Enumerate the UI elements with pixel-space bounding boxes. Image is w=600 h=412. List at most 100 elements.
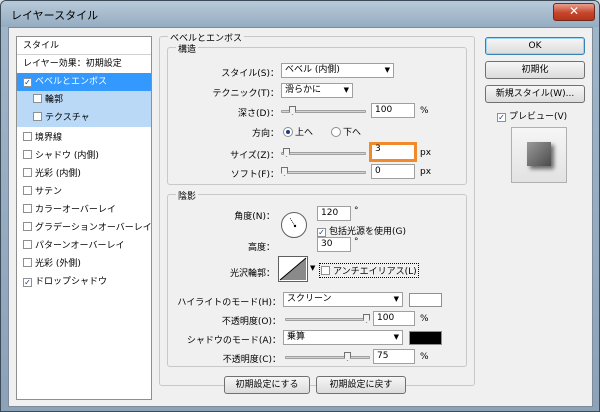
highlight-mode-label: ハイライトのモード(H)： (177, 298, 281, 308)
bevel-style-value: ベベル (内側) (285, 65, 340, 75)
angle-input[interactable]: 120 (317, 206, 351, 221)
checkbox-icon[interactable]: ✓ (497, 113, 506, 122)
checkbox-icon[interactable] (321, 266, 330, 275)
direction-up-radio[interactable]: 上へ (283, 125, 313, 138)
shadow-opacity-slider[interactable] (285, 352, 370, 361)
reset-to-default-button[interactable]: 初期設定に戻す (316, 376, 406, 394)
checkbox-icon[interactable] (23, 168, 32, 177)
style-item-satin[interactable]: サテン (17, 183, 151, 201)
checkbox-icon[interactable]: ✓ (23, 278, 32, 287)
style-item-label: 光彩 (外側) (35, 259, 81, 269)
style-item-stroke[interactable]: 境界線 (17, 129, 151, 147)
reset-button[interactable]: 初期化 (485, 61, 585, 79)
highlight-opacity-slider[interactable] (285, 314, 370, 323)
gloss-contour-label: 光沢輪郭： (229, 269, 275, 279)
size-input[interactable]: 3 (369, 142, 417, 162)
chevron-down-icon: ▼ (343, 86, 349, 94)
style-label: スタイル(S)： (221, 69, 279, 79)
direction-up-label: 上へ (295, 128, 314, 138)
direction-down-label: 下へ (343, 128, 362, 138)
contour-curve-icon (279, 257, 307, 281)
shadow-opacity-input[interactable]: 75 (373, 349, 415, 364)
checkbox-icon[interactable] (33, 112, 42, 121)
style-item-inner-shadow[interactable]: シャドウ (内側) (17, 147, 151, 165)
direction-down-radio[interactable]: 下へ (331, 125, 361, 138)
highlight-opacity-label: 不透明度(O)： (221, 317, 281, 327)
global-light-checkbox[interactable]: ✓ 包括光源を使用(G) (317, 224, 406, 237)
chevron-down-icon[interactable]: ▼ (310, 264, 315, 272)
make-default-button[interactable]: 初期設定にする (224, 376, 310, 394)
checkbox-icon[interactable] (23, 132, 32, 141)
slider-thumb[interactable] (281, 167, 288, 176)
size-unit: px (420, 148, 432, 158)
slider-track (281, 171, 366, 174)
style-item-texture[interactable]: テクスチャ (17, 109, 151, 127)
altitude-input[interactable]: 30 (317, 237, 351, 252)
highlight-opacity-input[interactable]: 100 (373, 311, 415, 326)
soften-input[interactable]: 0 (371, 164, 415, 179)
bevel-style-select[interactable]: ベベル (内側) ▼ (281, 63, 394, 78)
checkbox-icon[interactable] (23, 240, 32, 249)
soften-slider[interactable] (281, 167, 366, 176)
style-item-label: グラデーションオーバーレイ (35, 223, 152, 233)
style-item-outer-glow[interactable]: 光彩 (外側) (17, 255, 151, 273)
style-item-label: ドロップシャドウ (35, 277, 108, 287)
highlight-color-swatch[interactable] (409, 293, 442, 307)
size-slider[interactable] (281, 148, 366, 157)
style-item-pattern-overlay[interactable]: パターンオーバーレイ (17, 237, 151, 255)
shadow-color-swatch[interactable] (409, 331, 442, 345)
angle-dial-marker (289, 217, 297, 228)
style-item-drop-shadow[interactable]: ✓ ドロップシャドウ (17, 273, 151, 291)
gloss-contour-picker[interactable] (278, 256, 308, 282)
checkbox-icon[interactable]: ✓ (23, 78, 32, 87)
structure-title: 構造 (176, 42, 199, 55)
checkbox-icon[interactable] (23, 258, 32, 267)
slider-thumb[interactable] (363, 314, 370, 323)
angle-dial[interactable] (281, 212, 307, 238)
slider-track (281, 152, 366, 155)
slider-track (285, 356, 370, 359)
depth-slider[interactable] (281, 106, 366, 115)
style-item-blending-options[interactable]: レイヤー効果：初期設定 (17, 55, 151, 73)
shadow-mode-select[interactable]: 乗算 ▼ (283, 330, 403, 345)
style-item-label: テクスチャ (45, 113, 90, 123)
ok-button[interactable]: OK (485, 37, 585, 55)
new-style-button[interactable]: 新規スタイル(W)... (485, 85, 585, 103)
chevron-down-icon: ▼ (393, 333, 399, 341)
technique-select[interactable]: 滑らかに ▼ (281, 83, 353, 98)
antialias-checkbox[interactable]: アンチエイリアス(L) (319, 263, 419, 278)
slider-track (285, 318, 370, 321)
style-item-color-overlay[interactable]: カラーオーバーレイ (17, 201, 151, 219)
style-item-gradient-overlay[interactable]: グラデーションオーバーレイ (17, 219, 152, 237)
radio-icon[interactable] (331, 127, 341, 137)
checkbox-icon[interactable]: ✓ (317, 228, 326, 237)
chevron-down-icon: ▼ (384, 66, 390, 74)
highlight-mode-select[interactable]: スクリーン ▼ (283, 292, 403, 307)
checkbox-icon[interactable] (23, 150, 32, 159)
style-list-header: スタイル (17, 37, 151, 55)
checkbox-icon[interactable] (33, 94, 42, 103)
radio-selected-icon[interactable] (283, 127, 293, 137)
technique-label: テクニック(T)： (212, 89, 279, 99)
checkbox-icon[interactable] (23, 186, 32, 195)
style-item-inner-glow[interactable]: 光彩 (内側) (17, 165, 151, 183)
soften-unit: px (420, 167, 432, 177)
chevron-down-icon: ▼ (393, 295, 399, 303)
highlight-opacity-unit: % (420, 314, 429, 324)
checkbox-icon[interactable] (23, 204, 32, 213)
preview-checkbox[interactable]: ✓ プレビュー(V) (497, 109, 567, 122)
style-item-label: シャドウ (内側) (35, 151, 99, 161)
slider-thumb[interactable] (283, 148, 290, 157)
global-light-label: 包括光源を使用(G) (329, 227, 406, 237)
style-list[interactable]: スタイル レイヤー効果：初期設定 ✓ ベベルとエンボス 輪郭 テクスチャ 境界線 … (16, 36, 152, 400)
depth-input[interactable]: 100 (371, 103, 415, 118)
close-icon[interactable]: ✕ (553, 3, 595, 21)
style-item-label: レイヤー効果：初期設定 (23, 59, 122, 69)
slider-thumb[interactable] (289, 106, 296, 115)
title-bar[interactable]: レイヤースタイル ✕ (1, 1, 599, 27)
depth-label: 深さ(D)： (238, 109, 279, 119)
slider-thumb[interactable] (344, 352, 351, 361)
style-item-bevel-emboss[interactable]: ✓ ベベルとエンボス (17, 73, 151, 91)
style-item-contour[interactable]: 輪郭 (17, 91, 151, 109)
checkbox-icon[interactable] (23, 222, 32, 231)
